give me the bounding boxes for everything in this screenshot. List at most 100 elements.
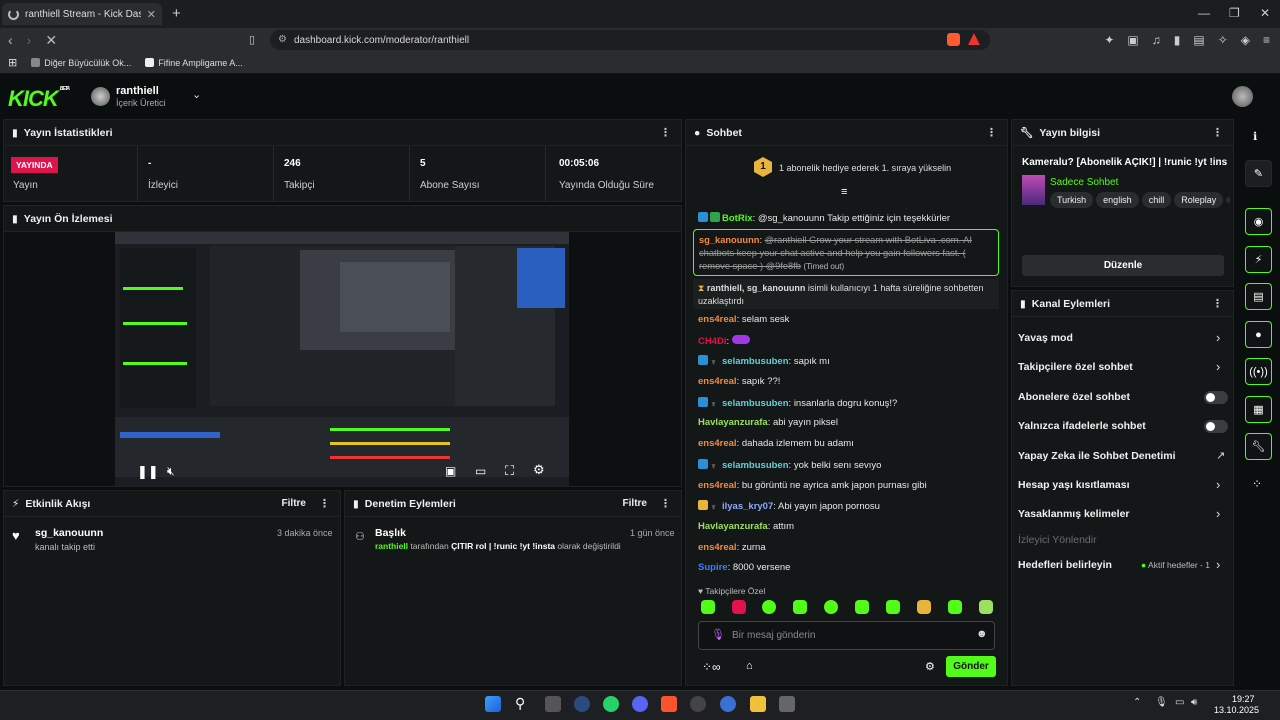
menu-icon[interactable]: ≡ [1263,33,1270,47]
lightning-icon[interactable]: ⚡ [1245,246,1272,273]
ai-moderation-item[interactable]: Yapay Zeka ile Sohbet Denetimi [1018,450,1176,462]
emoji-icon[interactable]: ☻ [976,628,988,640]
notes-icon[interactable]: ▤ [1245,283,1272,310]
bookmark-item[interactable]: Fifine Ampligame A... [145,58,243,68]
vpn-icon[interactable]: ◈ [1241,33,1250,47]
new-tab-icon[interactable]: + [172,5,181,22]
store-icon[interactable]: ⌂ [746,660,753,672]
microphone-icon[interactable]: 🎙︎ [711,628,725,641]
chevron-right-icon[interactable]: › [1216,477,1220,492]
mute-icon[interactable]: 🔇︎ [167,464,175,479]
camera-icon[interactable]: ◉ [1245,208,1272,235]
explorer-icon[interactable] [750,696,766,712]
chevron-right-icon[interactable]: › [1216,359,1220,374]
emote-icon[interactable] [793,600,807,614]
stop-icon[interactable]: ✕ [45,32,57,49]
chevron-right-icon[interactable]: › [1216,330,1220,345]
preview-video[interactable] [115,232,569,486]
brave-rewards-icon[interactable] [968,33,980,45]
discord-icon[interactable] [632,696,648,712]
chevron-right-icon[interactable]: › [1216,557,1220,572]
more-icon[interactable]: ⋮ [1212,297,1223,310]
emote-only-toggle[interactable] [1204,420,1228,433]
app-icon[interactable] [779,696,795,712]
community-icon[interactable]: ⁘ [1252,477,1262,491]
clock-date[interactable]: 13.10.2025 [1214,705,1259,715]
whatsapp-icon[interactable] [603,696,619,712]
broadcast-icon[interactable]: ((•)) [1245,358,1272,385]
set-goals-item[interactable]: Hedefleri belirleyin [1018,559,1112,571]
leo-icon[interactable]: ✧ [1218,33,1228,47]
account-age-item[interactable]: Hesap yaşı kısıtlaması [1018,479,1130,491]
kick-logo[interactable]: KICK BETA [8,86,70,112]
network-icon[interactable]: ▭ [1175,697,1184,708]
followers-chat-item[interactable]: Takipçilere özel sohbet [1018,361,1133,373]
filter-button[interactable]: Filtre [623,498,647,509]
window-close-icon[interactable]: ✕ [1260,6,1270,20]
channel-avatar[interactable] [91,87,110,106]
forward-icon[interactable]: › [27,32,32,49]
emote-icon[interactable] [701,600,715,614]
chat-bubble-icon[interactable]: ● [1245,321,1272,348]
pip-icon[interactable]: ▣ [445,464,456,478]
chat-input[interactable]: 🎙︎ Bir mesaj gönderin ☻ [698,621,995,650]
more-icon[interactable]: ⋮ [660,497,671,510]
subscribers-chat-toggle[interactable] [1204,391,1228,404]
more-icon[interactable]: ⋮ [986,126,997,139]
filter-button[interactable]: Filtre [282,498,306,509]
sidebar-icon[interactable]: ▮ [1174,33,1181,47]
emote-icon[interactable] [855,600,869,614]
start-icon[interactable] [485,696,501,712]
info-icon[interactable]: ℹ [1253,130,1257,143]
chevron-right-icon[interactable]: › [1216,506,1220,521]
more-icon[interactable]: ⋮ [319,497,330,510]
emote-icon[interactable] [824,600,838,614]
screenshot-icon[interactable]: ▣ [1127,33,1138,47]
scroll-down-icon[interactable]: ≡ [841,186,847,198]
bookmark-icon[interactable]: ▯ [249,33,255,46]
chevron-down-icon[interactable]: ⌄ [192,88,201,101]
app-icon[interactable] [720,696,736,712]
edit-button[interactable]: Düzenle [1022,255,1224,276]
minimize-icon[interactable]: — [1198,6,1210,20]
more-icon[interactable]: ⋮ [660,126,671,139]
emote-icon[interactable] [979,600,993,614]
pause-icon[interactable]: ❚❚ [137,464,159,480]
emote-icon[interactable] [886,600,900,614]
close-tab-icon[interactable]: ✕ [147,8,156,21]
external-link-icon[interactable]: ↗ [1216,449,1225,462]
back-icon[interactable]: ‹ [8,32,13,49]
settings-icon[interactable]: ⚙ [533,462,545,478]
steam-icon[interactable] [574,696,590,712]
tray-chevron-icon[interactable]: ⌃ [1133,697,1141,708]
brave-icon[interactable] [661,696,677,712]
extensions-icon[interactable]: ✦ [1104,33,1114,47]
chat-settings-icon[interactable]: ⚙ [925,660,935,673]
tools-icon[interactable]: 🔧︎ [1245,433,1272,460]
mic-tray-icon[interactable]: 🎙︎ [1155,697,1168,708]
user-avatar[interactable] [1232,86,1253,107]
emote-icon[interactable] [732,600,746,614]
search-icon[interactable]: ⚲ [515,695,525,712]
wallet-icon[interactable]: ▤ [1193,33,1204,47]
layout-icon[interactable]: ▦ [1245,396,1272,423]
browser-tab[interactable]: ranthiell Stream - Kick Dashboard ✕ [2,3,162,25]
clock-time[interactable]: 19:27 [1232,694,1255,704]
edit-icon[interactable]: ✎ [1245,160,1272,187]
send-button[interactable]: Gönder [946,656,996,677]
category-name[interactable]: Sadece Sohbet [1050,177,1118,188]
points-icon[interactable]: ⁘∞ [702,660,721,674]
brave-shield-icon[interactable] [947,33,960,46]
apps-icon[interactable]: ⊞ [8,56,17,69]
slow-mode-item[interactable]: Yavaş mod [1018,332,1073,344]
media-icon[interactable]: ♫ [1152,33,1161,47]
site-info-icon[interactable]: ⚙ [278,34,287,45]
taskview-icon[interactable] [545,696,561,712]
emote-icon[interactable] [762,600,776,614]
emote-icon[interactable] [948,600,962,614]
bookmark-item[interactable]: Diğer Büyücülük Ok... [31,58,131,68]
obs-icon[interactable] [690,696,706,712]
emote-icon[interactable] [917,600,931,614]
maximize-icon[interactable]: ❐ [1229,6,1240,20]
fullscreen-icon[interactable]: ⛶ [505,463,514,479]
